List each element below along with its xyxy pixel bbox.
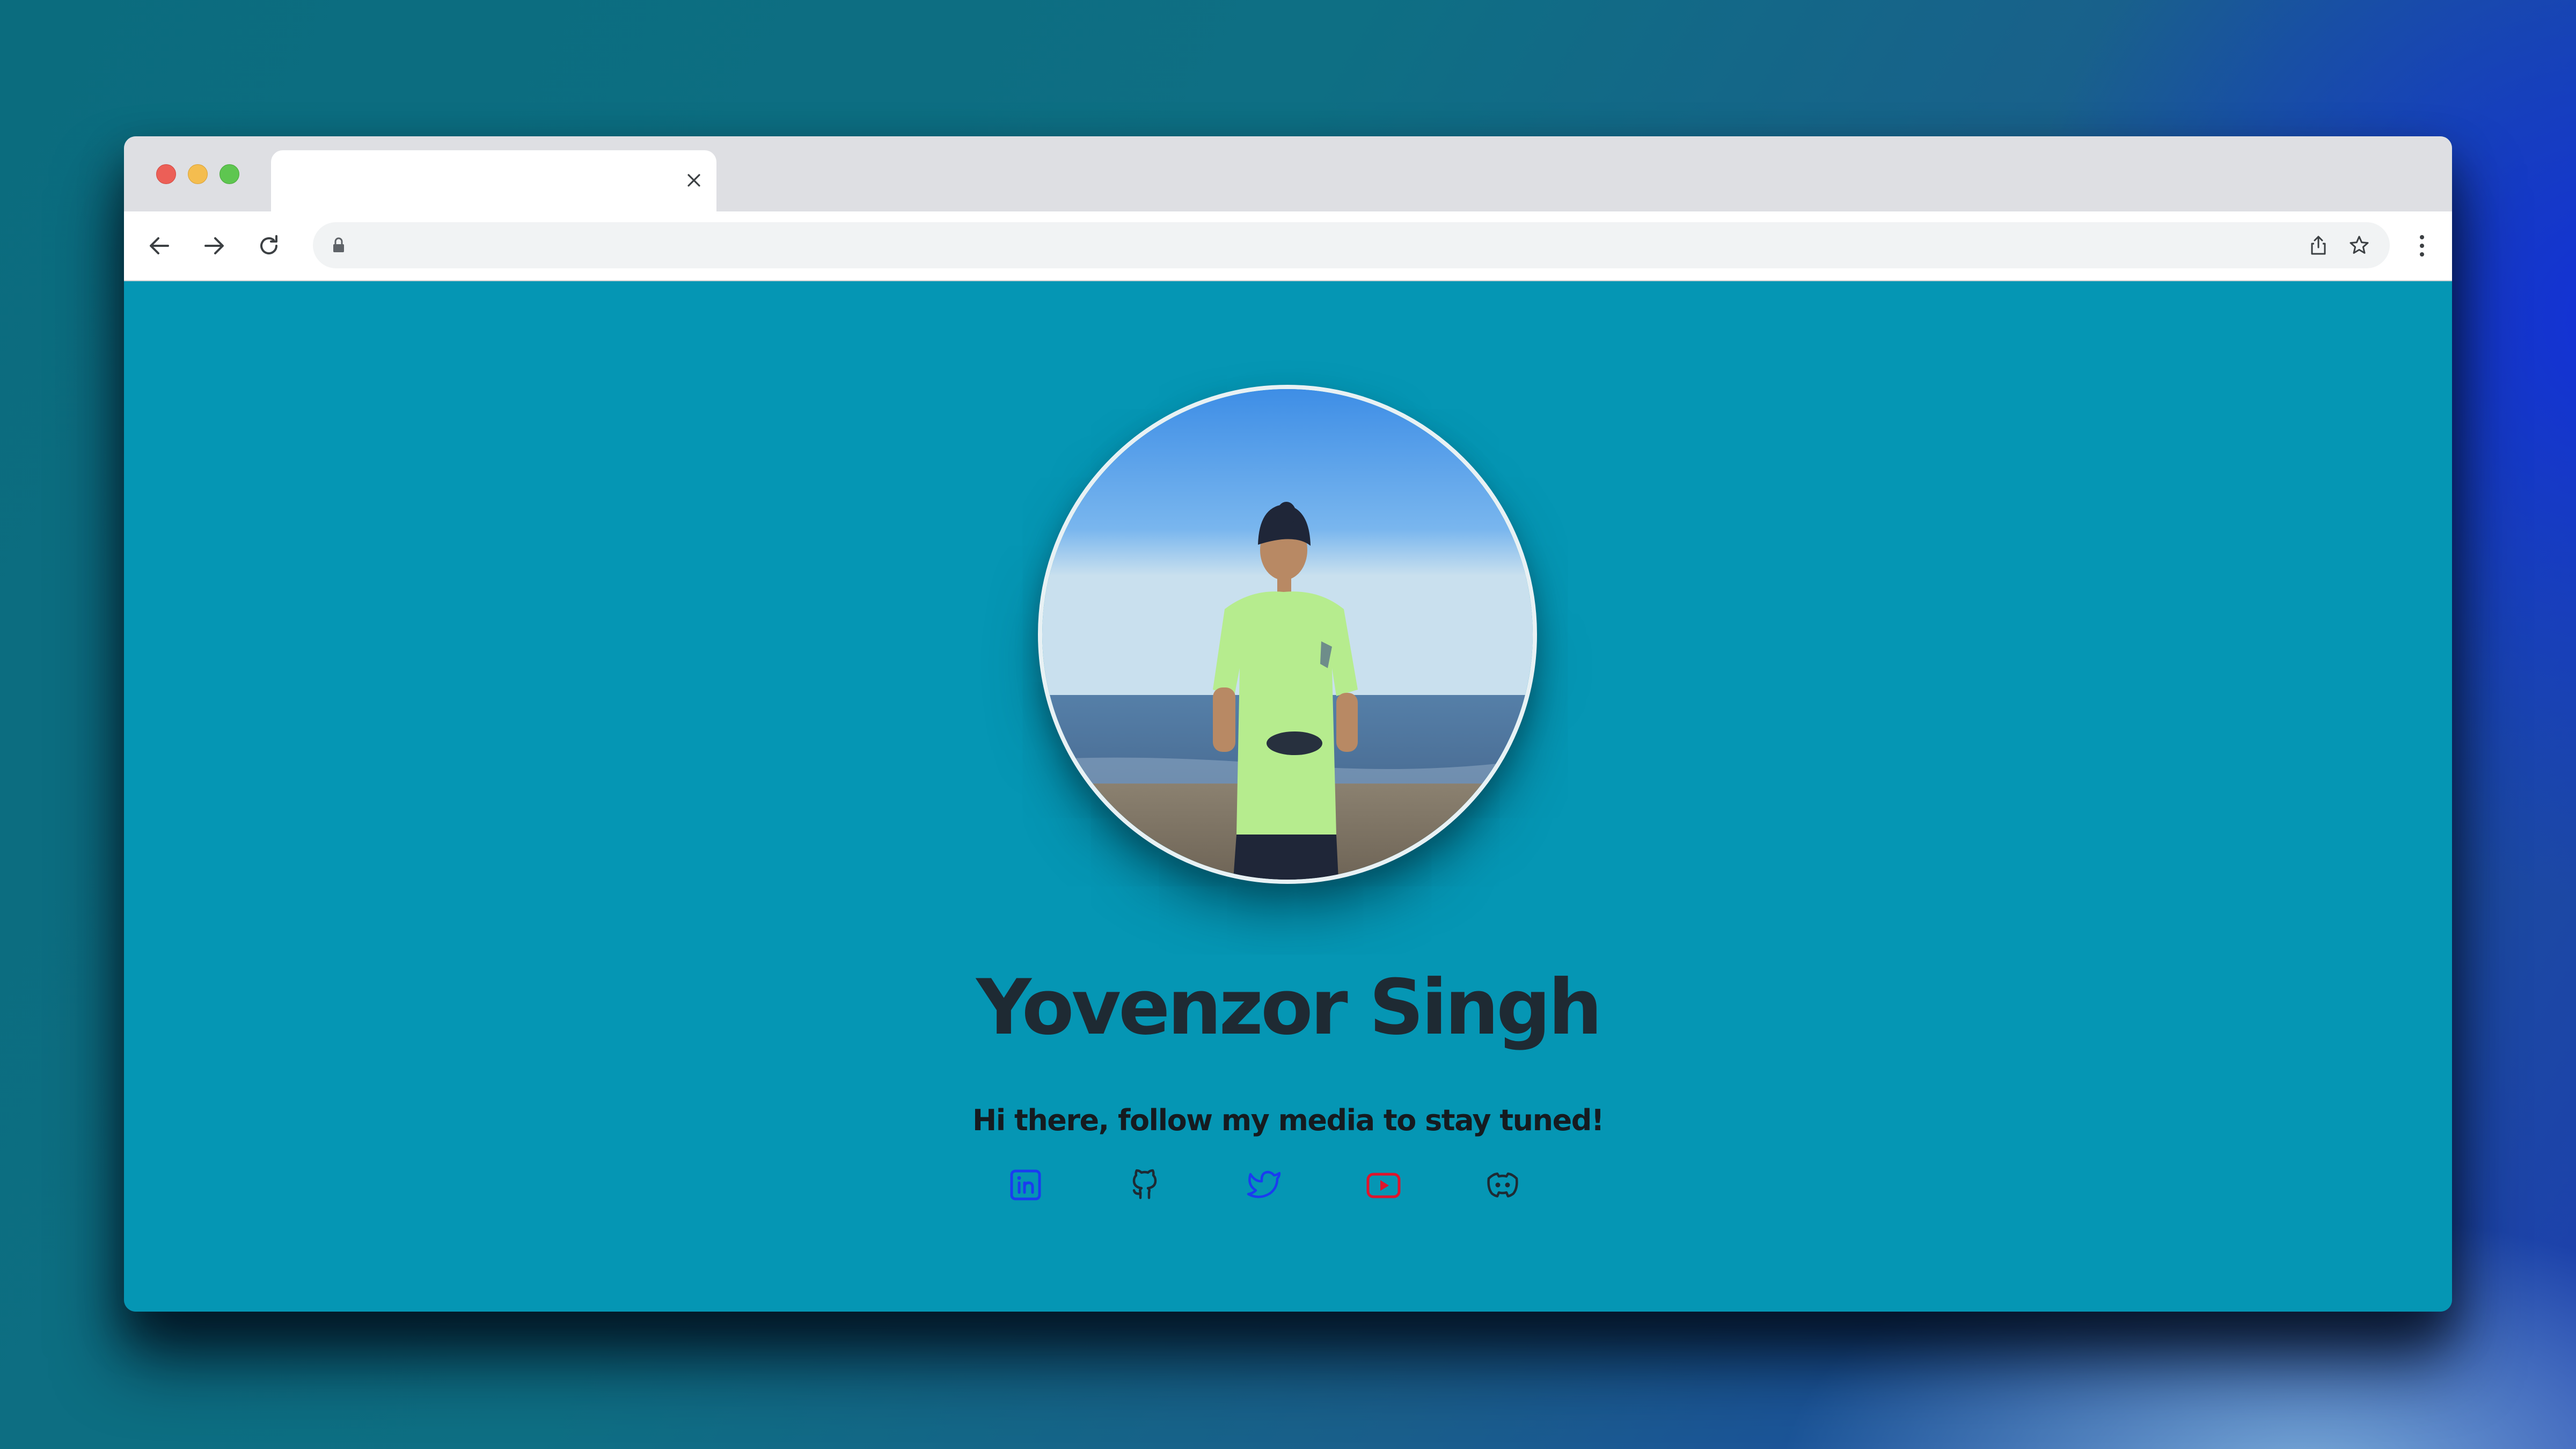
- tab-close-button[interactable]: [679, 165, 709, 195]
- address-bar[interactable]: [313, 222, 2390, 268]
- minimize-window-button[interactable]: [188, 164, 208, 184]
- discord-icon: [1487, 1172, 1518, 1198]
- more-menu-button[interactable]: [2411, 230, 2433, 262]
- discord-link[interactable]: [1481, 1163, 1524, 1206]
- browser-tab[interactable]: [271, 150, 716, 211]
- lock-icon: [333, 237, 344, 252]
- close-icon: [687, 174, 700, 187]
- reload-button[interactable]: [253, 230, 285, 262]
- reload-icon: [260, 235, 277, 254]
- avatar: [1038, 385, 1537, 884]
- bookmark-star-icon: [2350, 236, 2369, 254]
- bookmark-button[interactable]: [2347, 233, 2372, 258]
- youtube-icon: [1366, 1173, 1401, 1198]
- share-icon: [2311, 236, 2326, 255]
- back-icon: [150, 237, 169, 254]
- browser-window: Yovenzor Singh Hi there, follow my media…: [124, 136, 2452, 1312]
- back-button[interactable]: [143, 230, 175, 262]
- share-button[interactable]: [2306, 233, 2331, 258]
- forward-icon: [204, 237, 224, 254]
- twitter-link[interactable]: [1243, 1163, 1286, 1206]
- page-subtitle: Hi there, follow my media to stay tuned!: [972, 1103, 1604, 1137]
- more-menu-icon: [2420, 235, 2424, 257]
- twitter-icon: [1247, 1170, 1281, 1198]
- close-window-button[interactable]: [156, 164, 176, 184]
- browser-toolbar: [124, 211, 2452, 281]
- page-content: Yovenzor Singh Hi there, follow my media…: [124, 281, 2452, 1312]
- github-icon: [1132, 1169, 1157, 1199]
- maximize-window-button[interactable]: [219, 164, 239, 184]
- profile-photo: [1042, 389, 1533, 880]
- youtube-link[interactable]: [1362, 1163, 1405, 1206]
- linkedin-icon: [1010, 1169, 1041, 1201]
- forward-button[interactable]: [198, 230, 230, 262]
- page-title: Yovenzor Singh: [976, 963, 1602, 1052]
- github-link[interactable]: [1123, 1163, 1166, 1206]
- linkedin-link[interactable]: [1004, 1163, 1047, 1206]
- tab-strip: [124, 136, 2452, 211]
